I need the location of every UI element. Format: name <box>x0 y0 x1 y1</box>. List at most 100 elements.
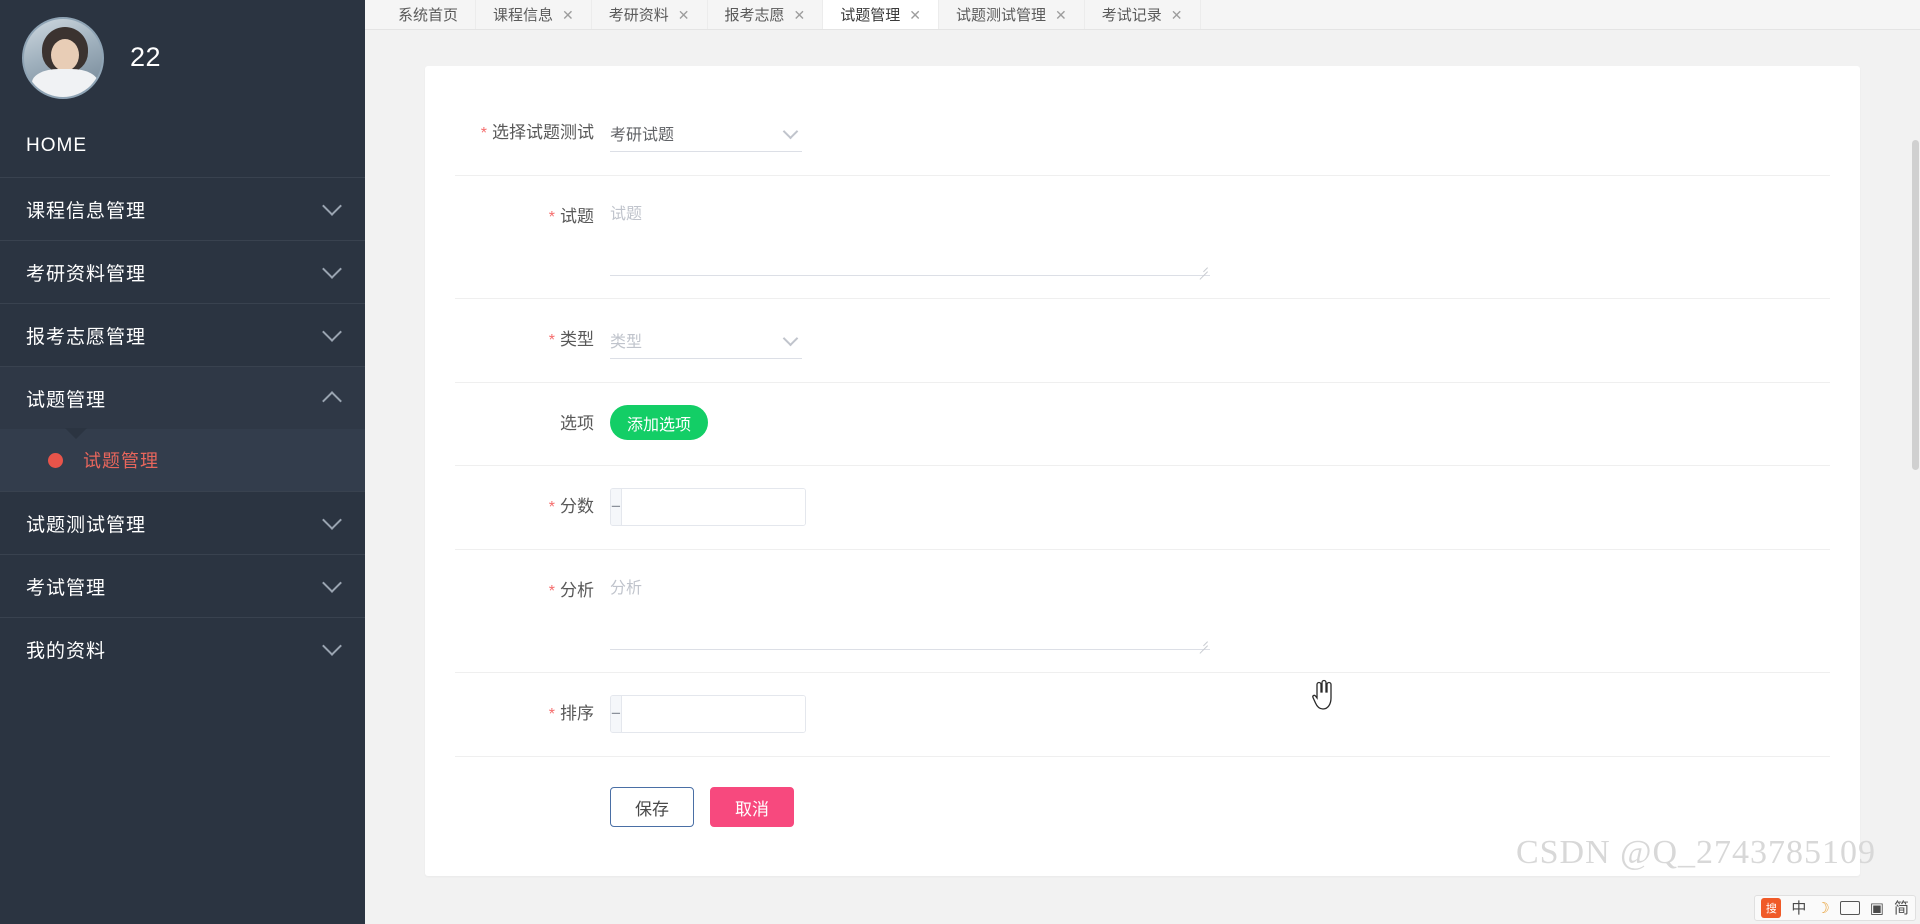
minus-icon[interactable]: − <box>611 696 622 732</box>
required-mark: * <box>548 499 555 516</box>
scrollbar-thumb[interactable] <box>1912 140 1919 470</box>
sidebar-subitem-question-management[interactable]: 试题管理 <box>0 428 365 491</box>
watermark-text: CSDN @Q_2743785109 <box>1515 834 1876 871</box>
toolbox-icon[interactable]: ▣ <box>1870 901 1884 916</box>
minus-icon[interactable]: − <box>611 489 622 525</box>
form-row-type: * 类型 类型 <box>455 299 1830 710</box>
form-row-select-test: * 选择试题测试 考研试题 <box>455 92 1830 176</box>
sidebar-profile: 22 <box>0 0 365 115</box>
sidebar-item-label: 报考志愿管理 <box>26 326 147 348</box>
sidebar-item-label: 考试管理 <box>26 577 107 599</box>
tab-bar: 系统首页 课程信息 ✕ 考研资料 ✕ 报考志愿 ✕ 试题管理 ✕ 试题测试管理 … <box>365 0 1920 30</box>
sidebar-item-label: 课程信息管理 <box>26 200 147 222</box>
chevron-down-icon <box>782 330 799 347</box>
tab-exam-materials[interactable]: 考研资料 ✕ <box>592 0 708 29</box>
tab-label: 课程信息 <box>493 7 554 24</box>
select-test-dropdown[interactable]: 考研试题 <box>610 114 802 152</box>
tab-question-management[interactable]: 试题管理 ✕ <box>823 0 940 29</box>
ime-mode-chinese[interactable]: 中 <box>1791 901 1806 916</box>
sort-input[interactable] <box>621 696 805 732</box>
chevron-down-icon <box>322 196 342 216</box>
sidebar: 22 HOME 课程信息管理 考研资料管理 报考志愿管理 试题管理 试题管理 试… <box>0 0 365 924</box>
keyboard-icon[interactable] <box>1839 901 1860 915</box>
tab-application-wishes[interactable]: 报考志愿 ✕ <box>708 0 824 29</box>
score-stepper[interactable]: − + <box>610 488 806 526</box>
close-icon[interactable]: ✕ <box>1055 8 1067 22</box>
app-root: 22 HOME 课程信息管理 考研资料管理 报考志愿管理 试题管理 试题管理 试… <box>0 0 1920 924</box>
sidebar-item-my-profile[interactable]: 我的资料 <box>0 617 365 680</box>
label-select-test: * 选择试题测试 <box>480 123 594 142</box>
main-area: 系统首页 课程信息 ✕ 考研资料 ✕ 报考志愿 ✕ 试题管理 ✕ 试题测试管理 … <box>365 0 1920 924</box>
score-input[interactable] <box>621 489 805 525</box>
tab-label: 考研资料 <box>608 7 669 24</box>
question-textarea[interactable] <box>610 198 1210 276</box>
question-form: * 选择试题测试 考研试题 * 试题 试题 * 类型 类型 选项 添加选项 * … <box>455 92 1830 827</box>
ime-toolbar: 搜 中 ☽ ▣ 简 <box>1754 895 1916 921</box>
form-actions: 保存 取消 <box>455 757 1830 827</box>
sidebar-item-application-wishes[interactable]: 报考志愿管理 <box>0 303 365 366</box>
label-options: 选项 <box>560 414 594 433</box>
resize-grip-icon[interactable] <box>1196 260 1208 280</box>
close-icon[interactable]: ✕ <box>562 8 574 22</box>
required-mark: * <box>548 706 555 723</box>
sidebar-item-exam-materials[interactable]: 考研资料管理 <box>0 240 365 303</box>
sidebar-item-exam-management[interactable]: 考试管理 <box>0 554 365 617</box>
sort-stepper[interactable]: − + <box>610 695 806 733</box>
sidebar-item-question-management[interactable]: 试题管理 <box>0 366 365 429</box>
sidebar-item-label: 考研资料管理 <box>26 263 147 285</box>
user-name: 22 <box>130 42 162 72</box>
chevron-down-icon <box>322 573 342 593</box>
chevron-down-icon <box>322 322 342 342</box>
chevron-down-icon <box>322 259 342 279</box>
cancel-button[interactable]: 取消 <box>710 787 794 827</box>
form-card: * 选择试题测试 考研试题 * 试题 试题 * 类型 类型 选项 添加选项 * … <box>425 66 1860 876</box>
close-icon[interactable]: ✕ <box>678 8 690 22</box>
sidebar-item-course-info[interactable]: 课程信息管理 <box>0 177 365 240</box>
avatar <box>22 16 104 99</box>
sidebar-item-home[interactable]: HOME <box>0 115 365 177</box>
tab-label: 试题测试管理 <box>956 7 1047 24</box>
tab-label: 系统首页 <box>398 7 459 24</box>
close-icon[interactable]: ✕ <box>1171 8 1183 22</box>
chevron-down-icon <box>322 636 342 656</box>
form-row-sort: *排序 − + <box>455 673 1830 757</box>
required-mark: * <box>548 209 555 226</box>
save-button[interactable]: 保存 <box>610 787 694 827</box>
select-test-value: 考研试题 <box>610 126 675 144</box>
required-mark: * <box>480 125 487 142</box>
label-analysis: * 分析 <box>548 581 594 600</box>
close-icon[interactable]: ✕ <box>909 8 921 22</box>
tab-label: 报考志愿 <box>724 7 785 24</box>
chevron-up-icon <box>322 390 342 411</box>
sidebar-menu: HOME 课程信息管理 考研资料管理 报考志愿管理 试题管理 试题管理 试题测试… <box>0 115 365 680</box>
required-mark: * <box>548 583 555 600</box>
vertical-scrollbar[interactable] <box>1911 30 1920 924</box>
analysis-textarea[interactable] <box>610 572 1210 650</box>
close-icon[interactable]: ✕ <box>794 8 806 22</box>
label-sort: * 排序 <box>548 704 594 723</box>
sidebar-item-label: 试题测试管理 <box>26 514 147 536</box>
tab-course-info[interactable]: 课程信息 ✕ <box>476 0 592 29</box>
tab-system-home[interactable]: 系统首页 <box>381 0 477 29</box>
sidebar-item-question-test-management[interactable]: 试题测试管理 <box>0 491 365 554</box>
type-placeholder: 类型 <box>610 333 643 351</box>
tab-label: 试题管理 <box>840 7 901 24</box>
sidebar-item-label: 我的资料 <box>26 640 107 662</box>
chevron-down-icon <box>782 123 799 140</box>
moon-icon[interactable]: ☽ <box>1816 901 1829 916</box>
resize-grip-icon[interactable] <box>1196 634 1208 654</box>
tab-exam-records[interactable]: 考试记录 ✕ <box>1085 0 1201 29</box>
type-dropdown[interactable]: 类型 <box>610 321 802 359</box>
required-mark: * <box>548 332 555 349</box>
tab-question-test-management[interactable]: 试题测试管理 ✕ <box>939 0 1085 29</box>
form-row-score: *分数 − + <box>455 466 1830 550</box>
sidebar-subitem-label: 试题管理 <box>83 451 159 471</box>
sogou-logo-icon[interactable]: 搜 <box>1761 898 1782 918</box>
ime-simplified-toggle[interactable]: 简 <box>1894 901 1909 916</box>
label-score: * 分数 <box>548 497 594 516</box>
form-row-analysis: * 分析 <box>455 550 1830 673</box>
content-area: * 选择试题测试 考研试题 * 试题 试题 * 类型 类型 选项 添加选项 * … <box>365 30 1920 924</box>
add-option-button[interactable]: 添加选项 <box>610 405 709 440</box>
form-row-question: * 试题 <box>455 176 1830 299</box>
form-row-options: 选项 添加选项 <box>455 383 1830 466</box>
